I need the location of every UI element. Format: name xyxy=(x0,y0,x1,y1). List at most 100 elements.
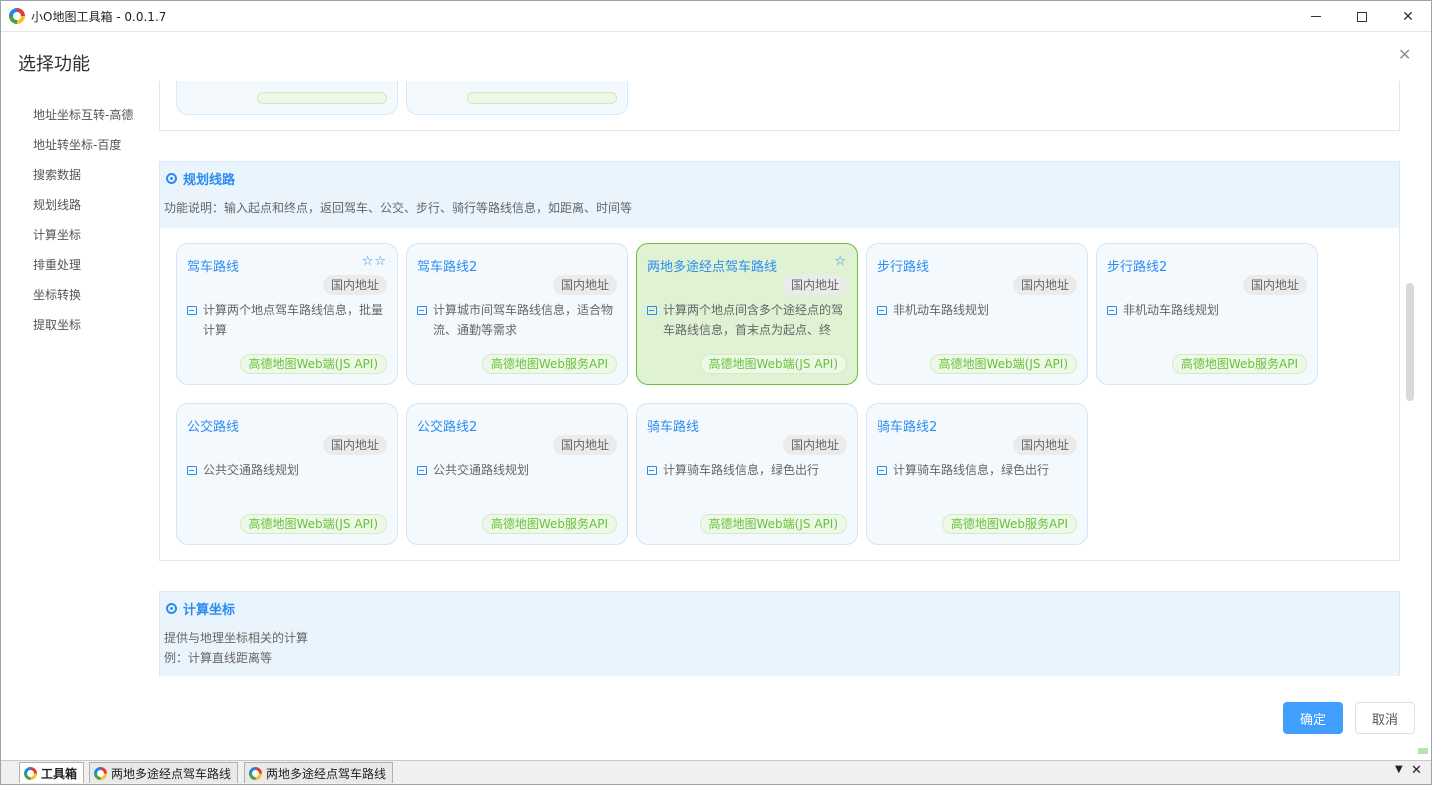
sidebar-item-address-geocode-amap[interactable]: 地址坐标互转-高德 xyxy=(33,104,153,134)
api-tag: 高德地图Web服务API xyxy=(481,514,617,534)
card-description: 公共交通路线规划 xyxy=(187,460,391,480)
dialog-title: 选择功能 xyxy=(18,54,90,75)
tab-label: 两地多途经点驾车路线 xyxy=(111,766,232,781)
card-description: 非机动车路线规划 xyxy=(1107,300,1311,320)
region-badge: 国内地址 xyxy=(552,275,617,295)
api-tag: 高德地图Web端(JS API) xyxy=(929,354,1077,374)
close-window-button[interactable]: ✕ xyxy=(1385,1,1431,32)
favorite-star-icon[interactable]: ☆☆ xyxy=(362,254,387,269)
section-header: 规划线路 xyxy=(160,162,1399,194)
card-description-text: 计算骑车路线信息，绿色出行 xyxy=(663,463,820,477)
card-description-text: 计算两个地点间含多个途经点的驾车路线信息，首末点为起点、终点... xyxy=(663,303,844,337)
card-description-text: 公共交通路线规划 xyxy=(433,463,530,477)
tab-dropdown-icon[interactable]: ▼ xyxy=(1395,764,1403,775)
function-card[interactable]: 公交路线2 国内地址 公共交通路线规划 高德地图Web服务API xyxy=(406,403,628,545)
desc-line: 例：计算直线距离等 xyxy=(164,651,273,665)
function-card[interactable]: 步行路线2 国内地址非机动车路线规划高德地图Web服务API xyxy=(1096,243,1318,385)
minimize-icon xyxy=(1311,16,1321,17)
app-logo-icon xyxy=(24,766,37,780)
card-title: 骑车路线 xyxy=(647,420,700,435)
bottom-tab-bar: 工具箱 两地多途经点驾车路线 两地多途经点驾车路线 ▼ ✕ xyxy=(1,760,1431,784)
resize-grip[interactable] xyxy=(1418,748,1428,754)
desc-line: 提供与地理坐标相关的计算 xyxy=(164,631,309,645)
partial-api-tag xyxy=(257,92,387,104)
card-description-text: 计算城市间驾车路线信息，适合物流、通勤等需求 xyxy=(433,303,614,337)
section-marker-icon xyxy=(166,602,177,614)
tab-close-icon[interactable]: ✕ xyxy=(1411,763,1422,778)
section-title: 计算坐标 xyxy=(183,602,236,618)
close-icon: ✕ xyxy=(1402,8,1414,25)
description-icon xyxy=(187,306,197,315)
section-route-planning: 规划线路 功能说明：输入起点和终点，返回驾车、公交、步行、骑行等路线信息，如距离… xyxy=(159,161,1400,561)
api-tag: 高德地图Web端(JS API) xyxy=(239,354,387,374)
function-card[interactable]: 骑车路线2 国内地址 计算骑车路线信息，绿色出行 高德地图Web服务API xyxy=(866,403,1088,545)
tab-toolbox[interactable]: 工具箱 xyxy=(19,762,85,783)
region-badge: 国内地址 xyxy=(782,435,847,455)
tab-label: 工具箱 xyxy=(41,766,78,781)
partial-api-tag xyxy=(467,92,617,104)
function-card[interactable]: 驾车路线2 国内地址 计算城市间驾车路线信息，适合物流、通勤等需求 高德地图Web服务… xyxy=(406,243,628,385)
function-card[interactable]: 驾车路线 ☆☆ 国内地址 计算两个地点驾车路线信息，批量计算 高德地图Web端(JS A… xyxy=(176,243,398,385)
card-title: 两地多途经点驾车路线 xyxy=(647,260,778,275)
card-description: 计算两个地点间含多个途经点的驾车路线信息，首末点为起点、终点... xyxy=(647,300,851,340)
api-tag: 高德地图Web服务API xyxy=(1171,354,1307,374)
card-description-text: 计算两个地点驾车路线信息，批量计算 xyxy=(203,303,384,337)
card-description-text: 公共交通路线规划 xyxy=(203,463,300,477)
close-icon: ✕ xyxy=(1398,45,1412,64)
card-title: 驾车路线2 xyxy=(417,260,478,275)
minimize-button[interactable] xyxy=(1293,1,1339,32)
card-title: 步行路线 xyxy=(877,260,930,275)
function-list[interactable]: 规划线路 功能说明：输入起点和终点，返回驾车、公交、步行、骑行等路线信息，如距离… xyxy=(159,81,1400,676)
region-badge: 国内地址 xyxy=(322,435,387,455)
function-card[interactable]: 公交路线国内地址公共交通路线规划高德地图Web端(JS API) xyxy=(176,403,398,545)
description-icon xyxy=(647,306,657,315)
maximize-button[interactable] xyxy=(1339,1,1385,32)
section-header: 计算坐标 xyxy=(160,592,1399,624)
api-tag: 高德地图Web服务API xyxy=(941,514,1077,534)
sidebar-item-calc-coordinates[interactable]: 计算坐标 xyxy=(33,224,153,254)
region-badge: 国内地址 xyxy=(782,275,847,295)
description-icon xyxy=(417,306,427,315)
favorite-star-icon[interactable]: ☆ xyxy=(834,254,847,269)
function-card[interactable]: 两地多途经点驾车路线 ☆ 国内地址计算两个地点间含多个途经点的驾车路线信息，首末点为… xyxy=(636,243,858,385)
partial-card[interactable] xyxy=(406,81,628,115)
app-logo-icon xyxy=(94,766,107,780)
sidebar-item-dedupe[interactable]: 排重处理 xyxy=(33,254,153,284)
card-title: 步行路线2 xyxy=(1107,260,1168,275)
maximize-icon xyxy=(1357,11,1367,22)
tab-multi-waypoint-route-2[interactable]: 两地多途经点驾车路线 xyxy=(244,762,394,783)
api-tag: 高德地图Web端(JS API) xyxy=(699,354,847,374)
api-tag: 高德地图Web端(JS API) xyxy=(699,514,847,534)
sidebar-item-route-planning[interactable]: 规划线路 xyxy=(33,194,153,224)
vertical-scrollbar[interactable] xyxy=(1406,283,1414,401)
tab-multi-waypoint-route-1[interactable]: 两地多途经点驾车路线 xyxy=(89,762,239,783)
sidebar-item-address-geocode-baidu[interactable]: 地址转坐标-百度 xyxy=(33,134,153,164)
region-badge: 国内地址 xyxy=(1242,275,1307,295)
cancel-button[interactable]: 取消 xyxy=(1355,702,1415,734)
card-description: 计算城市间驾车路线信息，适合物流、通勤等需求 xyxy=(417,300,621,340)
description-icon xyxy=(877,306,887,315)
sidebar-nav: 地址坐标互转-高德 地址转坐标-百度 搜索数据 规划线路 计算坐标 排重处理 坐… xyxy=(33,104,153,344)
card-description: 计算两个地点驾车路线信息，批量计算 xyxy=(187,300,391,340)
description-icon xyxy=(647,466,657,475)
function-card[interactable]: 步行路线 国内地址 非机动车路线规划 高德地图Web端(JS API) xyxy=(866,243,1088,385)
app-logo-icon xyxy=(249,766,262,780)
confirm-button[interactable]: 确定 xyxy=(1283,702,1343,734)
region-badge: 国内地址 xyxy=(1012,435,1077,455)
dialog-close-button[interactable]: ✕ xyxy=(1398,45,1411,64)
sidebar-item-extract-coords[interactable]: 提取坐标 xyxy=(33,314,153,344)
sidebar-item-coord-convert[interactable]: 坐标转换 xyxy=(33,284,153,314)
card-description: 计算骑车路线信息，绿色出行 xyxy=(647,460,851,480)
description-icon xyxy=(417,466,427,475)
section-calc-coordinates: 计算坐标 提供与地理坐标相关的计算 例：计算直线距离等 xyxy=(159,591,1400,676)
partial-card[interactable] xyxy=(176,81,398,115)
api-tag: 高德地图Web端(JS API) xyxy=(239,514,387,534)
sidebar-item-search-data[interactable]: 搜索数据 xyxy=(33,164,153,194)
region-badge: 国内地址 xyxy=(552,435,617,455)
function-card[interactable]: 骑车路线国内地址计算骑车路线信息，绿色出行高德地图Web端(JS API) xyxy=(636,403,858,545)
card-description-text: 非机动车路线规划 xyxy=(893,303,990,317)
card-title: 公交路线 xyxy=(187,420,240,435)
card-title: 骑车路线2 xyxy=(877,420,938,435)
window-title: 小O地图工具箱 - 0.0.1.7 xyxy=(31,10,167,24)
description-icon xyxy=(877,466,887,475)
